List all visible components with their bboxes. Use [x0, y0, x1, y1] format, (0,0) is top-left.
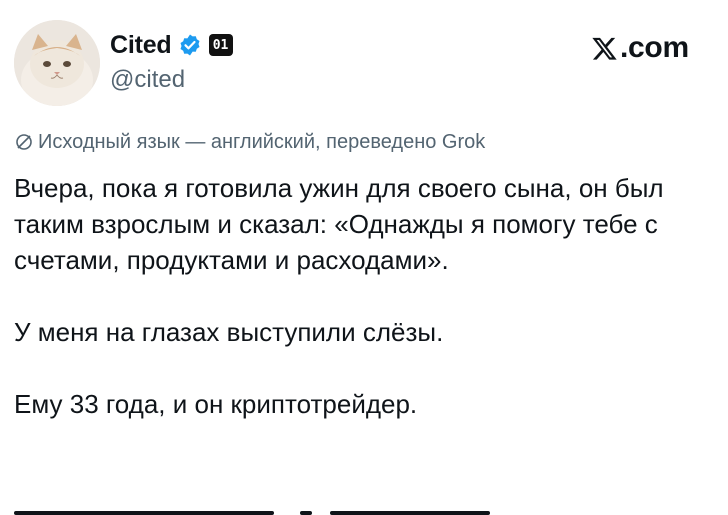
tweet-paragraph: Вчера, пока я готовила ужин для своего с… [14, 173, 664, 275]
verified-badge-icon[interactable] [178, 33, 202, 57]
name-row: Cited 01 [110, 30, 233, 60]
cat-avatar-icon [14, 20, 100, 106]
cropped-footer [0, 508, 728, 515]
translation-note[interactable]: Исходный язык — английский, переведено G… [14, 130, 485, 154]
tweet-paragraph: У меня на глазах выступили слёзы. [14, 317, 444, 347]
tweet-paragraph: Ему 33 года, и он криптотрейдер. [14, 389, 418, 419]
affiliate-badge-label: 01 [212, 37, 229, 53]
slash-circle-icon [16, 134, 32, 150]
x-logo-icon [592, 37, 617, 60]
translation-note-text: Исходный язык — английский, переведено G… [38, 131, 486, 153]
display-name[interactable]: Cited [110, 30, 172, 60]
tweet-header: Cited 01 @cited .com [0, 0, 728, 120]
x-logo-text: .com [620, 31, 689, 64]
x-brand: .com [590, 32, 689, 64]
handle[interactable]: @cited [110, 66, 185, 94]
affiliate-badge[interactable]: 01 [208, 34, 233, 56]
avatar[interactable] [14, 20, 100, 106]
tweet-text: Вчера, пока я готовила ужин для своего с… [14, 170, 714, 422]
